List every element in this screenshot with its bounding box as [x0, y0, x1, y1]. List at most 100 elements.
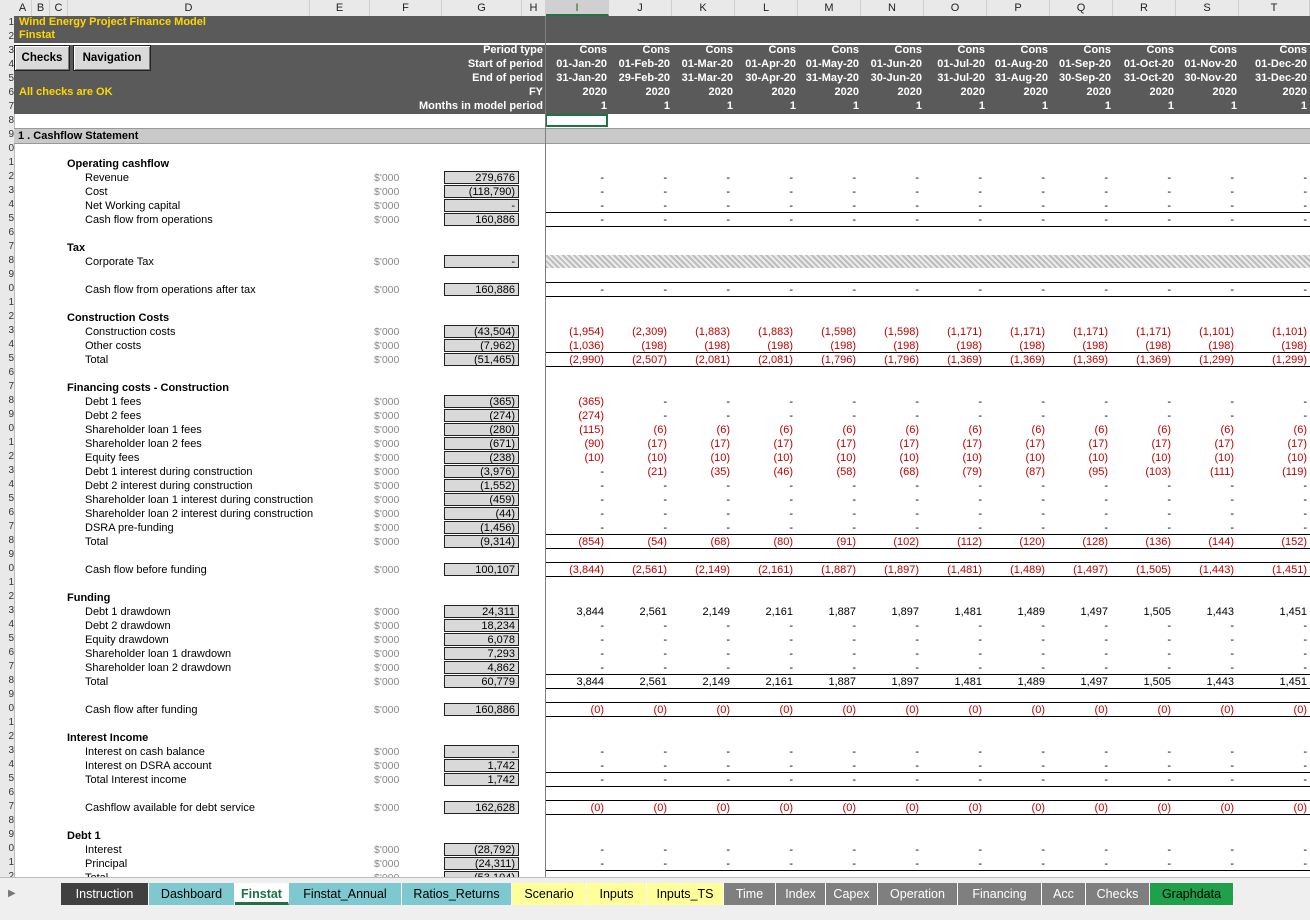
period-value-cell[interactable]: - [546, 759, 604, 773]
row-total-cell[interactable]: (365) [444, 395, 519, 408]
period-value-cell[interactable]: 2,161 [735, 605, 793, 619]
period-value-cell[interactable]: (1,036) [546, 339, 604, 353]
period-value-cell[interactable]: (103) [1113, 465, 1171, 479]
period-value-cell[interactable]: (0) [735, 801, 793, 815]
period-value-cell[interactable]: - [1113, 857, 1171, 871]
period-value-cell[interactable]: - [672, 283, 730, 297]
period-value-cell[interactable]: - [861, 759, 919, 773]
period-value-cell[interactable]: 1,489 [987, 605, 1045, 619]
period-value-cell[interactable]: (1,883) [672, 325, 730, 339]
period-value-cell[interactable]: - [609, 213, 667, 227]
period-value-cell[interactable]: - [1113, 745, 1171, 759]
sheet-tab-instruction[interactable]: Instruction [61, 883, 149, 905]
period-value-cell[interactable]: - [1113, 199, 1171, 213]
period-value-cell[interactable]: (1,299) [1239, 353, 1307, 367]
period-value-cell[interactable]: - [1113, 171, 1171, 185]
period-value-cell[interactable]: - [735, 759, 793, 773]
period-value-cell[interactable]: - [861, 171, 919, 185]
period-value-cell[interactable]: (6) [861, 423, 919, 437]
period-value-cell[interactable]: - [609, 171, 667, 185]
period-value-cell[interactable]: - [1176, 493, 1234, 507]
row-total-cell[interactable]: 160,886 [444, 703, 519, 716]
period-value-cell[interactable]: (6) [987, 423, 1045, 437]
period-value-cell[interactable]: (10) [546, 451, 604, 465]
period-value-cell[interactable]: - [1050, 857, 1108, 871]
period-value-cell[interactable]: - [672, 857, 730, 871]
period-value-cell[interactable]: (10) [798, 451, 856, 465]
row-total-cell[interactable]: (238) [444, 451, 519, 464]
period-value-cell[interactable]: (0) [798, 801, 856, 815]
period-value-cell[interactable]: - [1050, 745, 1108, 759]
period-value-cell[interactable]: (90) [546, 437, 604, 451]
row-total-cell[interactable]: 279,676 [444, 171, 519, 184]
period-value-cell[interactable]: (0) [798, 703, 856, 717]
period-value-cell[interactable]: - [546, 493, 604, 507]
period-value-cell[interactable]: (21) [609, 465, 667, 479]
period-value-cell[interactable]: 3,844 [546, 675, 604, 689]
period-value-cell[interactable]: (854) [546, 535, 604, 549]
period-value-cell[interactable]: - [924, 213, 982, 227]
period-value-cell[interactable]: - [1113, 283, 1171, 297]
period-value-cell[interactable]: - [1113, 661, 1171, 675]
period-value-cell[interactable]: 1,897 [861, 605, 919, 619]
row-total-cell[interactable]: 160,886 [444, 213, 519, 226]
period-value-cell[interactable]: - [798, 633, 856, 647]
period-value-cell[interactable]: - [798, 759, 856, 773]
period-value-cell[interactable]: 1,497 [1050, 675, 1108, 689]
period-value-cell[interactable]: - [924, 199, 982, 213]
period-value-cell[interactable]: - [924, 493, 982, 507]
row-total-cell[interactable]: (280) [444, 423, 519, 436]
period-value-cell[interactable]: - [861, 745, 919, 759]
period-value-cell[interactable]: - [1176, 395, 1234, 409]
period-value-cell[interactable]: (2,507) [609, 353, 667, 367]
sheet-tab-checks[interactable]: Checks [1086, 883, 1150, 905]
period-value-cell[interactable]: (2,081) [735, 353, 793, 367]
period-value-cell[interactable]: (0) [546, 801, 604, 815]
period-value-cell[interactable]: - [1239, 843, 1307, 857]
row-total-cell[interactable]: 162,628 [444, 801, 519, 814]
period-value-cell[interactable]: - [798, 213, 856, 227]
period-value-cell[interactable]: - [987, 619, 1045, 633]
period-value-cell[interactable]: (198) [1050, 339, 1108, 353]
period-value-cell[interactable]: (0) [1239, 703, 1307, 717]
column-header-a[interactable]: A [14, 0, 32, 16]
period-value-cell[interactable]: - [609, 773, 667, 787]
period-value-cell[interactable]: - [924, 185, 982, 199]
period-value-cell[interactable]: (6) [1050, 423, 1108, 437]
row-total-cell[interactable]: (9,314) [444, 535, 519, 548]
period-value-cell[interactable]: - [672, 843, 730, 857]
period-value-cell[interactable]: - [798, 661, 856, 675]
period-value-cell[interactable]: - [1176, 479, 1234, 493]
period-value-cell[interactable]: (1,451) [1239, 563, 1307, 577]
period-value-cell[interactable]: 1,887 [798, 605, 856, 619]
period-value-cell[interactable]: (111) [1176, 465, 1234, 479]
period-value-cell[interactable]: - [1050, 619, 1108, 633]
period-value-cell[interactable]: - [861, 507, 919, 521]
period-value-cell[interactable]: - [924, 409, 982, 423]
period-value-cell[interactable]: - [546, 479, 604, 493]
period-value-cell[interactable]: - [987, 507, 1045, 521]
active-cell-selection[interactable] [545, 114, 608, 127]
period-value-cell[interactable]: - [861, 633, 919, 647]
period-value-cell[interactable]: 1,897 [861, 675, 919, 689]
period-value-cell[interactable]: - [735, 171, 793, 185]
period-value-cell[interactable]: (0) [987, 703, 1045, 717]
period-value-cell[interactable]: (10) [1050, 451, 1108, 465]
period-value-cell[interactable]: - [861, 213, 919, 227]
period-value-cell[interactable]: (1,887) [798, 563, 856, 577]
period-value-cell[interactable]: - [735, 493, 793, 507]
period-value-cell[interactable]: - [546, 857, 604, 871]
period-value-cell[interactable]: - [1050, 661, 1108, 675]
period-value-cell[interactable]: - [987, 661, 1045, 675]
period-value-cell[interactable]: (198) [1113, 339, 1171, 353]
period-value-cell[interactable]: (17) [987, 437, 1045, 451]
period-value-cell[interactable]: - [924, 843, 982, 857]
row-total-cell[interactable]: 6,078 [444, 633, 519, 646]
period-value-cell[interactable]: - [861, 493, 919, 507]
period-value-cell[interactable]: - [1176, 213, 1234, 227]
period-value-cell[interactable]: - [735, 633, 793, 647]
column-header-f[interactable]: F [370, 0, 442, 16]
row-total-cell[interactable]: 60,779 [444, 675, 519, 688]
period-value-cell[interactable]: (6) [798, 423, 856, 437]
period-value-cell[interactable]: - [735, 395, 793, 409]
